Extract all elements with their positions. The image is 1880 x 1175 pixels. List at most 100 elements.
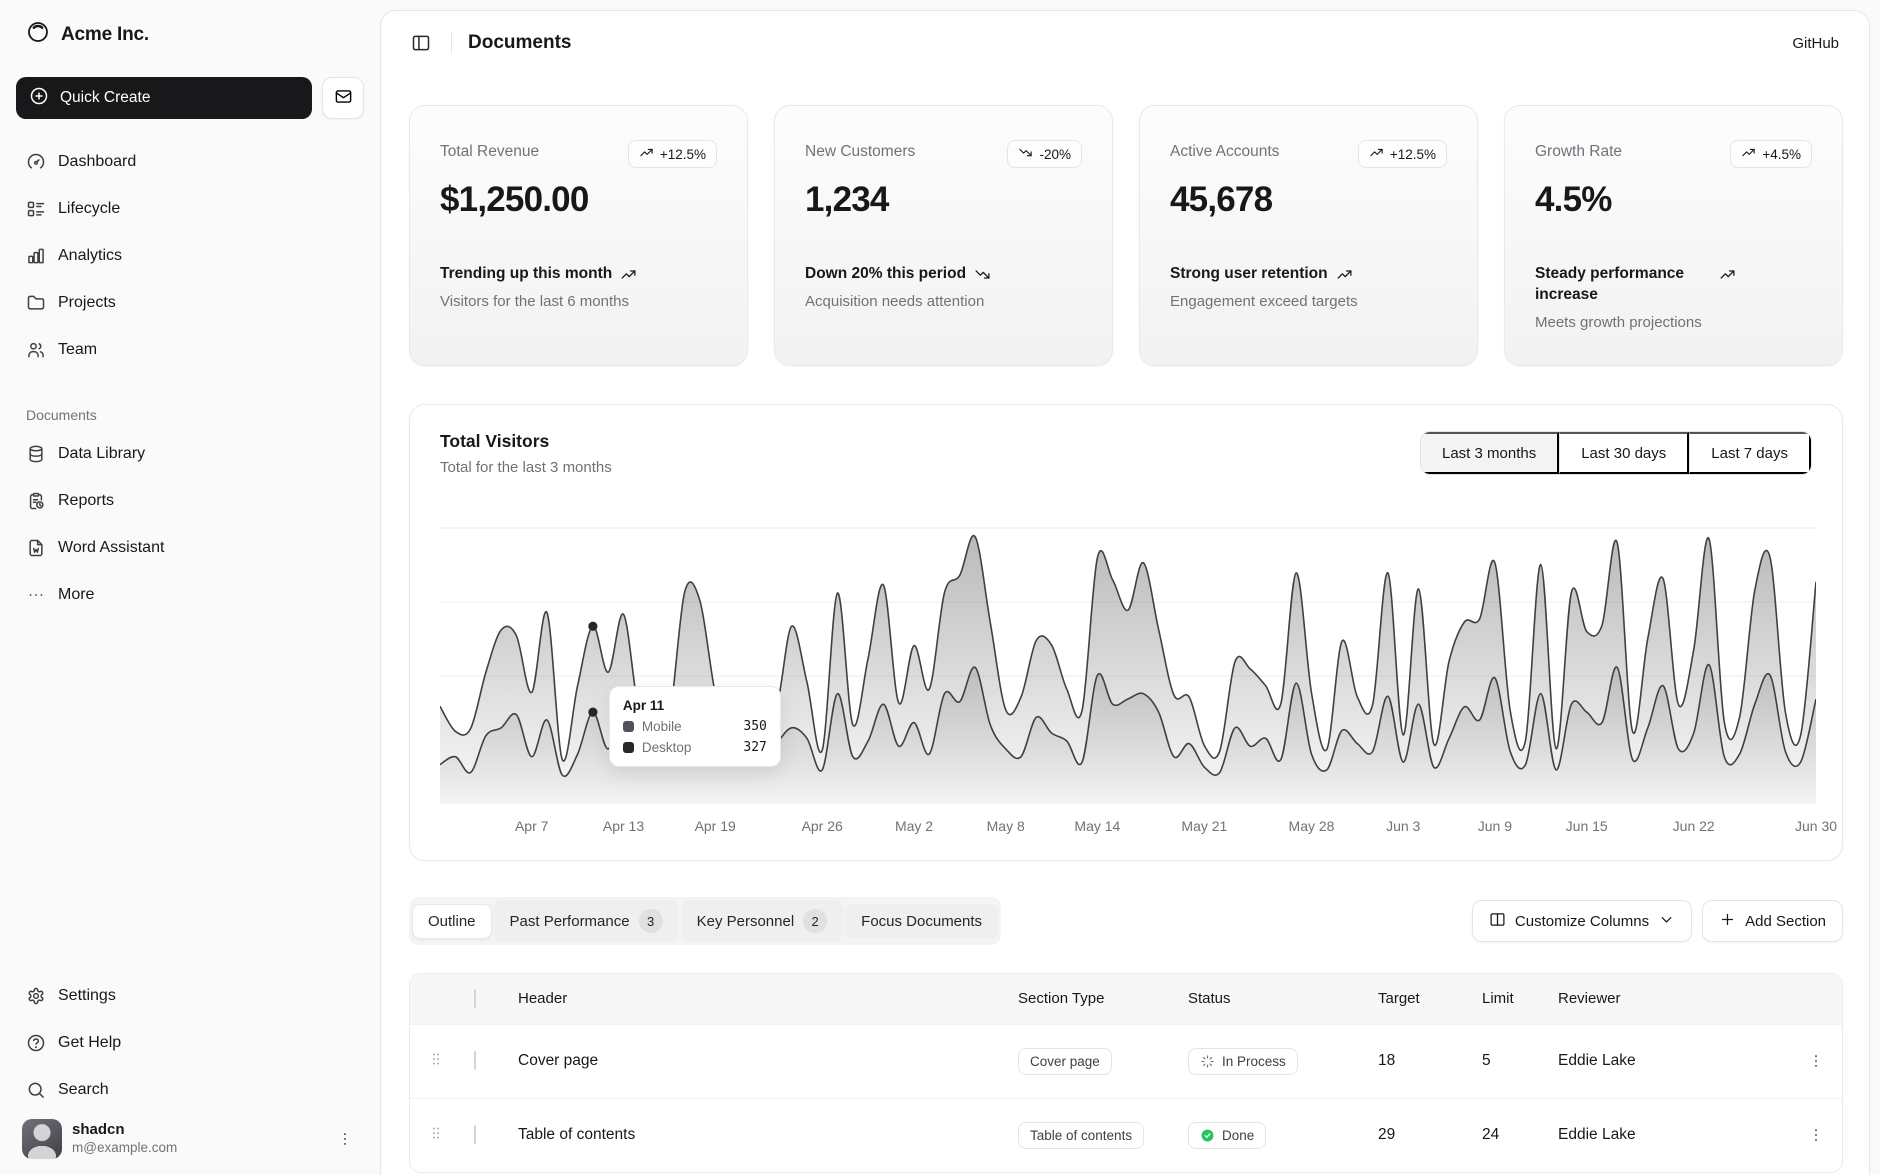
inbox-button[interactable]: [322, 77, 364, 119]
page-title: Documents: [468, 32, 571, 54]
sidebar-item-team[interactable]: Team: [16, 329, 364, 371]
sidebar-item-projects[interactable]: Projects: [16, 282, 364, 324]
columns-icon: [1489, 911, 1506, 932]
cell-header[interactable]: Cover page: [506, 1024, 1006, 1098]
stat-card-new-customers: New Customers -20% 1,234 Down 20% this p…: [774, 105, 1113, 366]
sidebar-section-label: Documents: [16, 407, 364, 433]
drag-handle-icon[interactable]: [427, 1050, 445, 1068]
chart-plot[interactable]: Apr 11 Mobile 350 Desktop 327 Apr 7Apr 1…: [440, 502, 1812, 838]
row-checkbox[interactable]: [474, 1051, 476, 1070]
report-icon: [26, 491, 46, 511]
drag-handle-icon[interactable]: [427, 1124, 445, 1142]
cell-limit[interactable]: 24: [1446, 1098, 1546, 1172]
dots-icon: [26, 585, 46, 605]
section-tabs: Outline Past Performance3 Key Personnel2…: [409, 897, 1001, 945]
row-actions-kebab[interactable]: [1801, 1120, 1831, 1150]
sidebar: Acme Inc. Quick Create Dashboard Lifecycl…: [0, 0, 380, 1175]
tooltip-date: Apr 11: [623, 698, 767, 713]
cell-target[interactable]: 18: [1366, 1024, 1446, 1098]
add-section-button[interactable]: Add Section: [1702, 900, 1843, 942]
sidebar-item-reports[interactable]: Reports: [16, 480, 364, 522]
stat-value: $1,250.00: [440, 180, 717, 220]
quick-create-label: Quick Create: [60, 89, 150, 107]
x-tick-may-2: May 2: [895, 818, 933, 834]
stat-label: Growth Rate: [1535, 140, 1622, 161]
visitors-chart-card: Total Visitors Total for the last 3 mont…: [409, 404, 1843, 861]
trending-down-icon: [974, 264, 991, 283]
sidebar-item-search[interactable]: Search: [16, 1069, 364, 1111]
range-option-last-3-months[interactable]: Last 3 months: [1421, 432, 1559, 474]
section-tabs-row: Outline Past Performance3 Key Personnel2…: [409, 897, 1843, 945]
trending-down-icon: [1018, 145, 1033, 163]
stat-label: Active Accounts: [1170, 140, 1279, 161]
tooltip-series-value: 350: [743, 719, 766, 734]
tooltip-series-label: Desktop: [642, 740, 692, 755]
customize-columns-label: Customize Columns: [1515, 913, 1649, 930]
github-link[interactable]: GitHub: [1792, 35, 1839, 52]
col-limit[interactable]: Limit: [1446, 974, 1546, 1024]
trending-up-icon: [1336, 264, 1353, 283]
tab-count-badge: 3: [639, 909, 663, 933]
stat-value: 4.5%: [1535, 180, 1812, 220]
sidebar-item-get-help[interactable]: Get Help: [16, 1022, 364, 1064]
help-circle-icon: [26, 1033, 46, 1053]
cell-limit[interactable]: 5: [1446, 1024, 1546, 1098]
select-all-checkbox[interactable]: [474, 989, 476, 1008]
table-header-row: HeaderSection TypeStatusTargetLimitRevie…: [410, 974, 1843, 1024]
sidebar-item-data-library[interactable]: Data Library: [16, 433, 364, 475]
cell-header[interactable]: Table of contents: [506, 1098, 1006, 1172]
tab-past-performance[interactable]: Past Performance3: [494, 900, 679, 942]
cell-reviewer[interactable]: Eddie Lake: [1546, 1024, 1786, 1098]
tooltip-row-mobile: Mobile 350: [623, 719, 767, 734]
col-status[interactable]: Status: [1176, 974, 1366, 1024]
avatar: [22, 1119, 62, 1159]
sections-table: HeaderSection TypeStatusTargetLimitRevie…: [409, 973, 1843, 1173]
user-kebab-icon[interactable]: [332, 1126, 358, 1152]
sidebar-item-label: Projects: [58, 294, 116, 312]
tab-focus-documents[interactable]: Focus Documents: [845, 904, 998, 939]
x-tick-jun-30: Jun 30: [1795, 818, 1837, 834]
range-option-last-30-days[interactable]: Last 30 days: [1559, 432, 1689, 474]
stat-footer-title: Trending up this month: [440, 264, 717, 285]
trend-badge: +4.5%: [1730, 140, 1812, 168]
sidebar-item-more[interactable]: More: [16, 574, 364, 616]
row-actions-kebab[interactable]: [1801, 1046, 1831, 1076]
sidebar-item-dashboard[interactable]: Dashboard: [16, 141, 364, 183]
sidebar-item-settings[interactable]: Settings: [16, 975, 364, 1017]
col-section-type[interactable]: Section Type: [1006, 974, 1176, 1024]
brand[interactable]: Acme Inc.: [16, 16, 364, 53]
tab-outline[interactable]: Outline: [412, 904, 492, 939]
sidebar-toggle-icon[interactable]: [407, 29, 435, 57]
trending-up-icon: [620, 264, 637, 283]
customize-columns-button[interactable]: Customize Columns: [1472, 900, 1692, 942]
stat-footer-desc: Meets growth projections: [1535, 314, 1812, 331]
row-checkbox[interactable]: [474, 1125, 476, 1144]
range-option-last-7-days[interactable]: Last 7 days: [1689, 432, 1811, 474]
sidebar-item-word-assistant[interactable]: Word Assistant: [16, 527, 364, 569]
table-toolbar: Customize Columns Add Section: [1472, 900, 1843, 942]
plus-icon: [1719, 911, 1736, 932]
tab-key-personnel[interactable]: Key Personnel2: [681, 900, 844, 942]
sidebar-item-label: Search: [58, 1081, 109, 1099]
list-details-icon: [26, 199, 46, 219]
sidebar-item-analytics[interactable]: Analytics: [16, 235, 364, 277]
sidebar-item-label: Lifecycle: [58, 200, 120, 218]
database-icon: [26, 444, 46, 464]
stat-card-growth-rate: Growth Rate +4.5% 4.5% Steady performanc…: [1504, 105, 1843, 366]
x-tick-may-21: May 21: [1181, 818, 1227, 834]
cell-target[interactable]: 29: [1366, 1098, 1446, 1172]
user-name: shadcn: [72, 1121, 177, 1140]
user-menu[interactable]: shadcn m@example.com: [16, 1111, 364, 1161]
stat-footer-title: Down 20% this period: [805, 264, 1082, 285]
col-reviewer[interactable]: Reviewer: [1546, 974, 1786, 1024]
x-tick-apr-19: Apr 19: [695, 818, 736, 834]
quick-create-button[interactable]: Quick Create: [16, 77, 312, 119]
chart-range-toggle: Last 3 monthsLast 30 daysLast 7 days: [1420, 431, 1812, 475]
stat-footer-desc: Visitors for the last 6 months: [440, 293, 717, 310]
col-header[interactable]: Header: [506, 974, 1006, 1024]
col-target[interactable]: Target: [1366, 974, 1446, 1024]
brand-name: Acme Inc.: [61, 24, 149, 46]
cell-reviewer[interactable]: Eddie Lake: [1546, 1098, 1786, 1172]
sidebar-item-lifecycle[interactable]: Lifecycle: [16, 188, 364, 230]
x-tick-jun-15: Jun 15: [1566, 818, 1608, 834]
